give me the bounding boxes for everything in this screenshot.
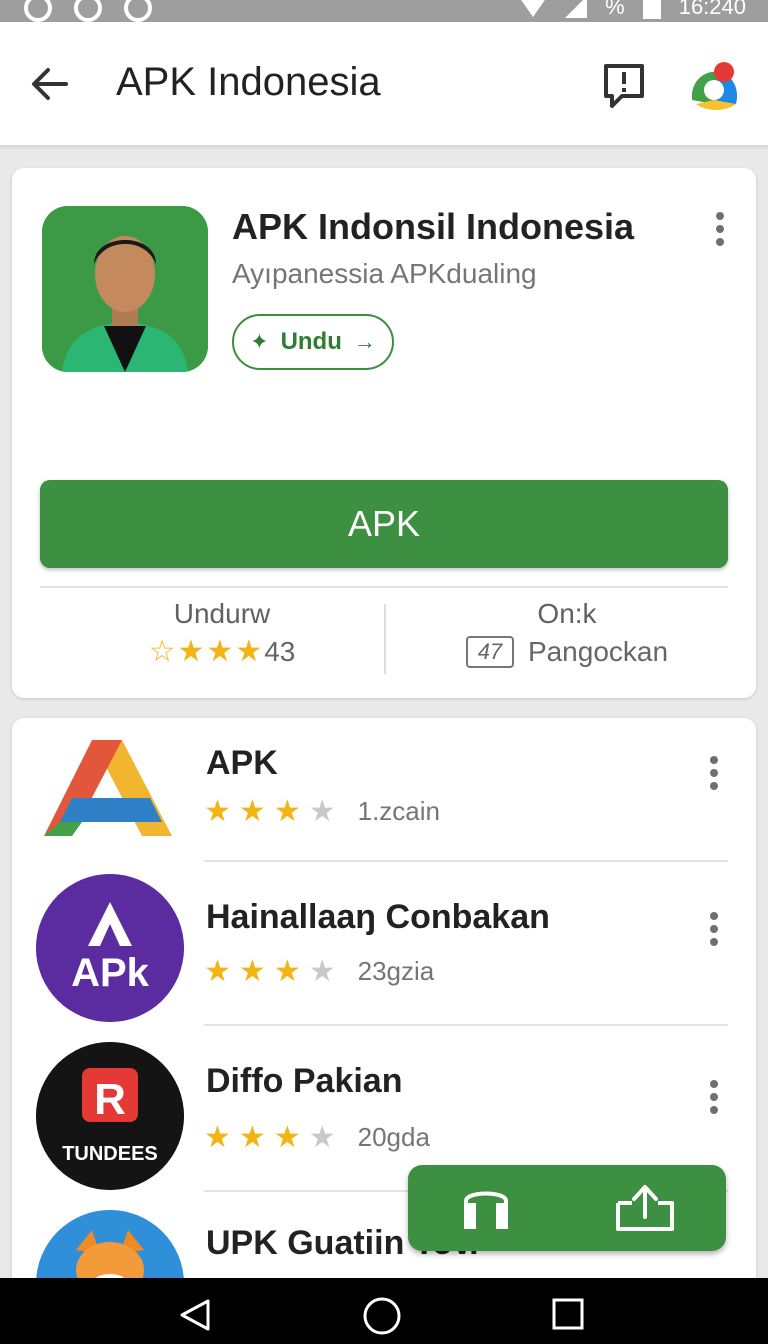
- divider: [204, 1024, 728, 1026]
- star-outline-icon: ☆: [148, 635, 176, 668]
- account-icon[interactable]: [686, 60, 742, 116]
- notification-icon: [24, 0, 52, 22]
- app-icon-tundees: R TUNDEES: [36, 1042, 184, 1190]
- star-icon: ★: [238, 1120, 266, 1154]
- list-item-name: Diffo Pakian: [206, 1062, 403, 1100]
- download-chip-label: Undu: [280, 328, 342, 355]
- star-icon: ★: [204, 1120, 231, 1154]
- feedback-icon[interactable]: [600, 60, 648, 112]
- nav-home-icon[interactable]: [362, 1296, 402, 1336]
- more-vert-icon[interactable]: [702, 756, 726, 796]
- list-item-name: APK: [206, 744, 278, 782]
- star-icon: ★: [273, 794, 301, 828]
- system-nav-bar: [0, 1278, 768, 1344]
- developer-name: Ayıpanessia APKdualing: [232, 258, 537, 289]
- age-rating-badge: 47: [465, 636, 514, 668]
- list-item-meta: 20gda: [357, 1122, 430, 1152]
- notification-icon: [124, 0, 152, 22]
- star-half-icon: ★: [308, 1120, 336, 1154]
- status-bar: % 16:240: [0, 0, 768, 22]
- app-icon-apk: APk: [36, 874, 184, 1022]
- signal-icon: [565, 0, 588, 18]
- star-icon: ★: [273, 1120, 301, 1154]
- divider: [384, 604, 386, 674]
- plus-icon: ✦: [250, 329, 269, 354]
- star-icon: ★: [238, 794, 266, 828]
- rating-stat-label: Undurw: [173, 598, 271, 629]
- notification-icon: [74, 0, 102, 22]
- star-icon: ★: [238, 954, 266, 988]
- star-icon: ★: [204, 794, 231, 828]
- list-item[interactable]: APK ★ ★ ★ ★ 1.zcain: [12, 718, 756, 882]
- clock: 16:240: [678, 0, 746, 19]
- list-item-meta: 1.zcain: [357, 796, 441, 826]
- app-title: APK Indonesia: [116, 60, 381, 104]
- downloads-value: Pangockan: [527, 636, 669, 667]
- downloads-stat: On:k 47 Pangockan: [392, 598, 742, 668]
- star-icon: ★: [235, 635, 263, 668]
- app-icon-triangle: [42, 736, 172, 846]
- nav-recent-icon[interactable]: [552, 1298, 584, 1330]
- divider: [40, 586, 728, 588]
- downloads-stat-label: On:k: [537, 598, 597, 629]
- app-icon-portrait[interactable]: [42, 206, 208, 372]
- rating-count: 43: [264, 636, 296, 667]
- star-half-icon: ★: [308, 794, 336, 828]
- star-icon: ★: [273, 954, 301, 988]
- nav-back-icon[interactable]: [178, 1298, 212, 1332]
- floating-action-bar: [408, 1165, 726, 1251]
- shopping-bag-icon[interactable]: [458, 1185, 514, 1231]
- back-arrow-icon[interactable]: [26, 60, 74, 108]
- list-item[interactable]: APk Hainallaaŋ Conbakan ★ ★ ★ ★ 23gzia: [12, 874, 756, 1038]
- arrow-right-icon: →: [353, 329, 376, 354]
- star-half-icon: ★: [308, 954, 336, 988]
- app-icon-text: APk: [71, 951, 150, 995]
- install-button-label: APK: [347, 503, 421, 544]
- wifi-icon: [519, 0, 548, 17]
- app-icon-text: TUNDEES: [62, 1143, 158, 1165]
- more-vert-icon[interactable]: [702, 912, 726, 952]
- more-vert-icon[interactable]: [708, 212, 732, 246]
- star-icon: ★: [206, 635, 234, 668]
- battery-percent: %: [605, 0, 625, 19]
- list-item-meta: 23gzia: [357, 956, 435, 986]
- download-chip[interactable]: ✦ Undu →: [232, 314, 394, 370]
- star-icon: ★: [204, 954, 231, 988]
- rating-stat: Undurw ☆ ★ ★ ★ 43: [72, 598, 372, 668]
- battery-icon: [642, 0, 661, 19]
- star-icon: ★: [177, 635, 205, 668]
- featured-app-card: APK Indonsil Indonesia Ayıpanessia APKdu…: [12, 168, 756, 698]
- app-name: APK Indonsil Indonesia: [232, 206, 635, 247]
- list-item-name: Hainallaaŋ Conbakan: [206, 898, 550, 936]
- app-bar: APK Indonesia: [0, 22, 768, 146]
- install-button[interactable]: APK: [40, 480, 728, 568]
- divider: [204, 860, 728, 862]
- app-icon-letter: R: [94, 1075, 126, 1124]
- more-vert-icon[interactable]: [702, 1080, 726, 1120]
- share-icon[interactable]: [612, 1183, 678, 1233]
